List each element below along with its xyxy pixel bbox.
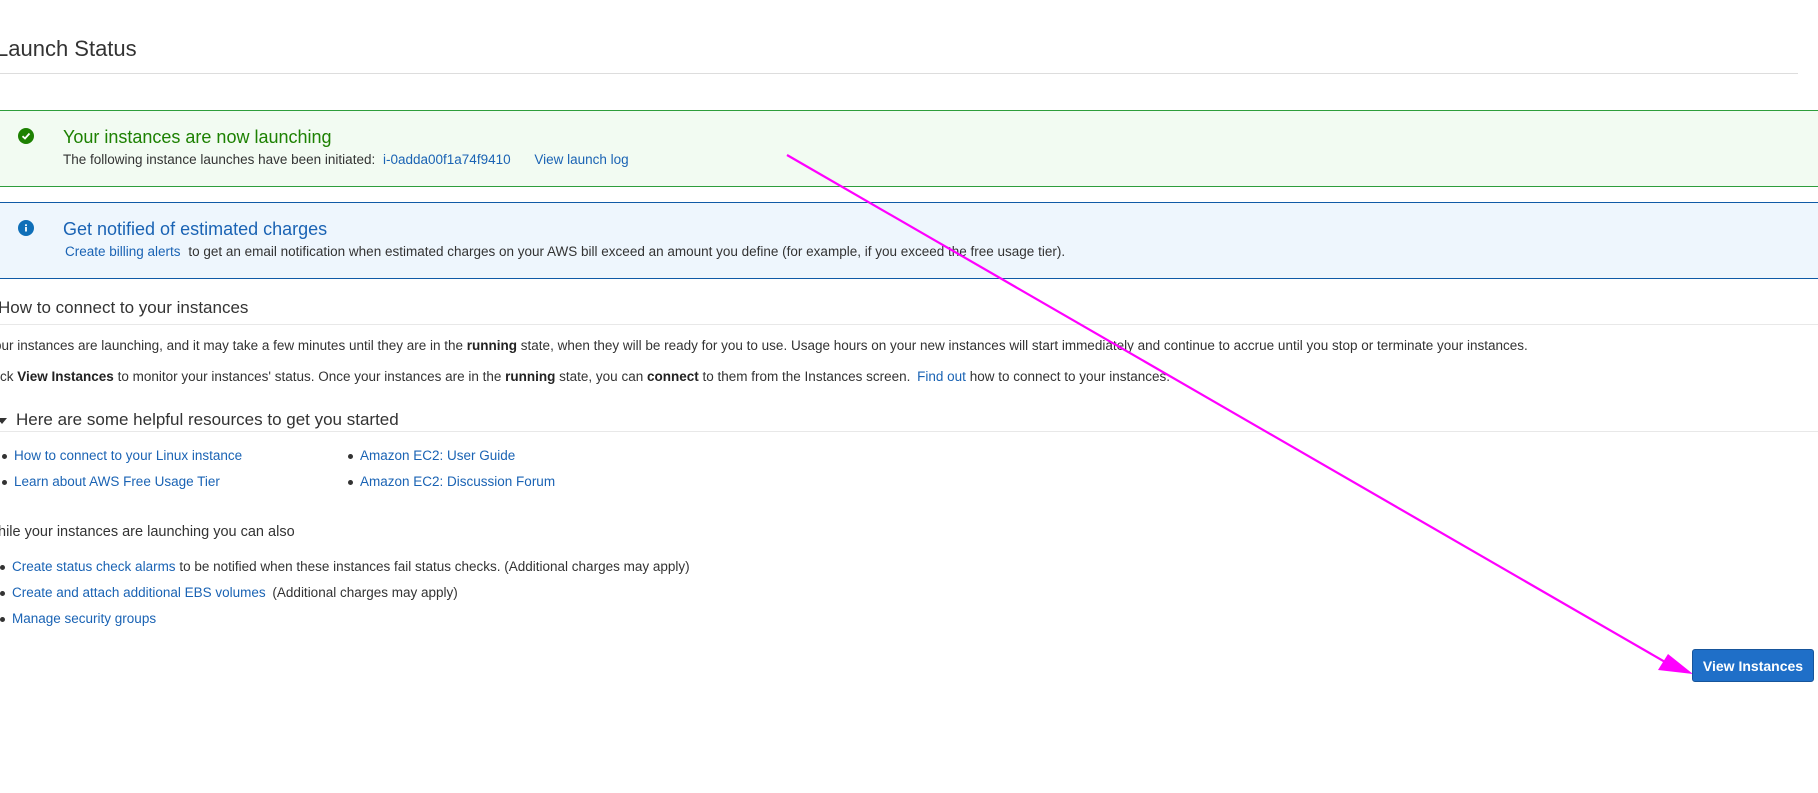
info-circle-icon bbox=[18, 220, 34, 236]
para1-text-a: our instances are launching, and it may … bbox=[0, 338, 464, 353]
para2-running: running bbox=[505, 369, 556, 384]
list-item: Create status check alarms to be notifie… bbox=[0, 558, 690, 584]
view-instances-button[interactable]: View Instances bbox=[1692, 649, 1814, 682]
para1-text-b: state, when they will be ready for you t… bbox=[520, 338, 1528, 353]
billing-body: Create billing alerts to get an email no… bbox=[65, 244, 1065, 259]
connect-heading: How to connect to your instances bbox=[0, 298, 249, 317]
title-divider bbox=[0, 73, 1798, 74]
launch-success-alert: Your instances are now launching The fol… bbox=[0, 110, 1818, 187]
billing-info-alert: Get notified of estimated charges Create… bbox=[0, 202, 1818, 279]
instance-id-link[interactable]: i-0adda00f1a74f9410 bbox=[383, 152, 511, 167]
also-list: Create status check alarms to be notifie… bbox=[0, 558, 690, 636]
also-heading: hile your instances are launching you ca… bbox=[0, 524, 295, 540]
security-groups-link[interactable]: Manage security groups bbox=[12, 611, 156, 626]
resources-heading[interactable]: Here are some helpful resources to get y… bbox=[16, 410, 399, 430]
list-item: Create and attach additional EBS volumes… bbox=[0, 584, 690, 610]
list-item: Amazon EC2: User Guide bbox=[347, 447, 555, 473]
linux-connect-link[interactable]: How to connect to your Linux instance bbox=[14, 448, 242, 463]
success-body: The following instance launches have bee… bbox=[63, 152, 629, 167]
para1-running: running bbox=[466, 338, 518, 353]
para2-connect: connect bbox=[646, 369, 699, 384]
para2-text-b: to monitor your instances' status. Once … bbox=[117, 369, 502, 384]
list-item: Manage security groups bbox=[0, 610, 690, 636]
list-item: How to connect to your Linux instance bbox=[1, 447, 242, 473]
user-guide-link[interactable]: Amazon EC2: User Guide bbox=[360, 448, 515, 463]
billing-heading: Get notified of estimated charges bbox=[63, 219, 328, 239]
para2-text-d: to them from the Instances screen. bbox=[702, 369, 911, 384]
list-item: Amazon EC2: Discussion Forum bbox=[347, 473, 555, 499]
billing-body-text: to get an email notification when estima… bbox=[188, 244, 1066, 259]
connect-paragraph-2: lick View Instances to monitor your inst… bbox=[0, 369, 1170, 384]
find-out-link[interactable]: Find out bbox=[917, 369, 966, 384]
also-item1-text: to be notified when these instances fail… bbox=[179, 559, 690, 574]
connect-divider bbox=[0, 324, 1818, 325]
resources-divider bbox=[0, 431, 1818, 432]
also-item2-text: (Additional charges may apply) bbox=[272, 585, 458, 600]
para2-text-a: lick bbox=[0, 369, 14, 384]
resources-list-left: How to connect to your Linux instance Le… bbox=[1, 447, 242, 499]
resources-list-right: Amazon EC2: User Guide Amazon EC2: Discu… bbox=[347, 447, 555, 499]
para2-text-c: state, you can bbox=[559, 369, 644, 384]
para2-text-e: how to connect to your instances. bbox=[969, 369, 1171, 384]
collapse-caret-icon[interactable] bbox=[0, 418, 7, 424]
create-billing-alerts-link[interactable]: Create billing alerts bbox=[65, 244, 181, 259]
ebs-volumes-link[interactable]: Create and attach additional EBS volumes bbox=[12, 585, 266, 600]
success-heading: Your instances are now launching bbox=[63, 127, 332, 147]
para2-view-instances: View Instances bbox=[17, 369, 114, 384]
page-title: Launch Status bbox=[0, 36, 137, 61]
discussion-forum-link[interactable]: Amazon EC2: Discussion Forum bbox=[360, 474, 555, 489]
list-item: Learn about AWS Free Usage Tier bbox=[1, 473, 242, 499]
status-check-alarms-link[interactable]: Create status check alarms bbox=[12, 559, 176, 574]
view-launch-log-link[interactable]: View launch log bbox=[534, 152, 628, 167]
connect-paragraph-1: our instances are launching, and it may … bbox=[0, 338, 1528, 353]
check-circle-icon bbox=[18, 128, 34, 144]
free-tier-link[interactable]: Learn about AWS Free Usage Tier bbox=[14, 474, 220, 489]
success-body-text: The following instance launches have bee… bbox=[63, 152, 376, 167]
